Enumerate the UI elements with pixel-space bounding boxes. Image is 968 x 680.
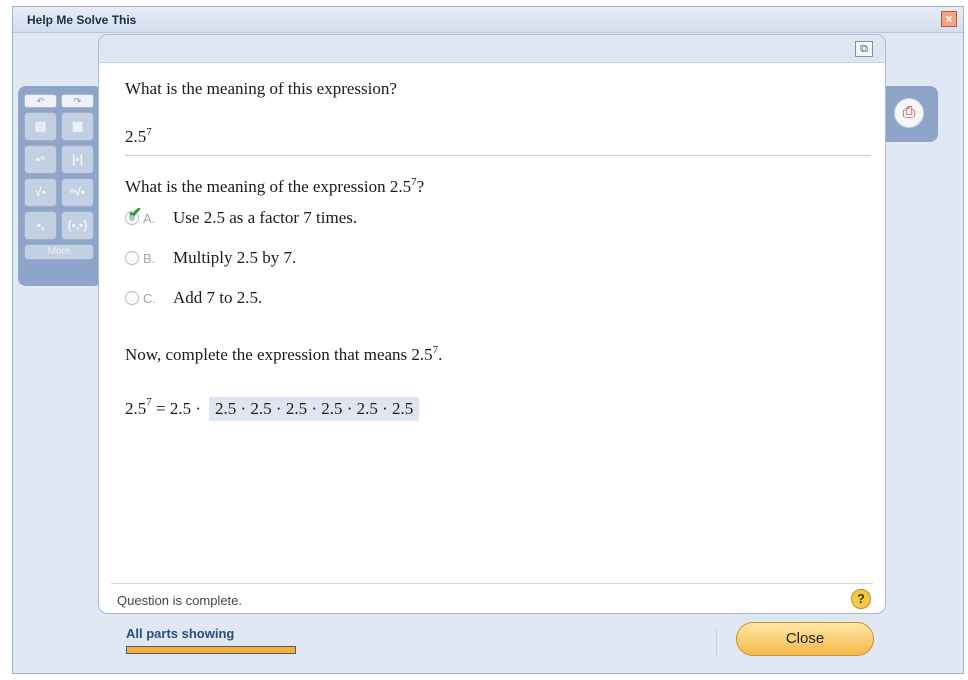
panel-header: ⧉ <box>99 35 885 63</box>
radio-icon[interactable] <box>125 251 139 265</box>
part1-prompt: What is the meaning of the expression 2.… <box>125 176 425 196</box>
undo-button[interactable]: ↶ <box>24 94 57 108</box>
option-text: Multiply 2.5 by 7. <box>173 248 297 267</box>
status-divider <box>111 583 873 584</box>
window-title: Help Me Solve This <box>27 13 137 27</box>
option-letter: C. <box>143 290 156 306</box>
question-prompt: What is the meaning of this expression? <box>125 79 397 98</box>
more-tools-button[interactable]: More <box>24 244 94 260</box>
radio-icon[interactable] <box>125 291 139 305</box>
option-letter: B. <box>143 250 156 266</box>
decimal-button[interactable]: ▪, <box>24 211 57 240</box>
fraction-button[interactable]: ▤ <box>24 112 57 141</box>
exponent-button[interactable]: ▪ⁿ <box>24 145 57 174</box>
square-root-button[interactable]: √▪ <box>24 178 57 207</box>
option-text: Add 7 to 2.5. <box>173 288 263 307</box>
nth-root-button[interactable]: ⁿ√▪ <box>61 178 94 207</box>
redo-button[interactable]: ↷ <box>61 94 94 108</box>
print-tab: ⎙ <box>886 86 938 142</box>
print-icon[interactable]: ⎙ <box>894 98 924 128</box>
option-a[interactable]: ✔ A. Use 2.5 as a factor 7 times. <box>125 204 358 229</box>
help-icon[interactable]: ? <box>851 589 871 609</box>
close-button[interactable]: Close <box>736 622 874 656</box>
parts-showing-label: All parts showing <box>126 626 235 641</box>
checkmark-icon: ✔ <box>128 204 143 223</box>
answer-field[interactable]: 2.5 · 2.5 · 2.5 · 2.5 · 2.5 · 2.5 <box>209 397 420 421</box>
math-toolbar: ↶ ↷ ▤ ▦ ▪ⁿ |▪| √▪ ⁿ√▪ ▪, (▪,▪) More <box>18 86 102 286</box>
progress-fill <box>127 647 295 653</box>
footer-divider <box>716 628 717 656</box>
question-panel: ⧉ What is the meaning of this expression… <box>98 34 886 614</box>
option-b[interactable]: B. Multiply 2.5 by 7. <box>125 247 296 269</box>
question-expression: 2.57 <box>125 126 152 146</box>
title-bar: Help Me Solve This × <box>13 7 963 33</box>
divider <box>125 155 871 156</box>
ordered-pair-button[interactable]: (▪,▪) <box>61 211 94 240</box>
absolute-value-button[interactable]: |▪| <box>61 145 94 174</box>
mixed-number-button[interactable]: ▦ <box>61 112 94 141</box>
option-c[interactable]: C. Add 7 to 2.5. <box>125 287 262 309</box>
radio-icon[interactable]: ✔ <box>125 204 142 225</box>
window-close-icon[interactable]: × <box>941 11 957 27</box>
option-letter: A. <box>143 210 156 226</box>
status-text: Question is complete. <box>117 593 243 608</box>
part2-prompt: Now, complete the expression that means … <box>125 344 443 364</box>
parts-progress-bar <box>126 646 296 654</box>
expression-equation: 2.5 7 = 2.5 · 2.5 · 2.5 · 2.5 · 2.5 · 2.5… <box>125 396 420 421</box>
expand-icon[interactable]: ⧉ <box>855 41 873 57</box>
option-text: Use 2.5 as a factor 7 times. <box>173 208 358 227</box>
